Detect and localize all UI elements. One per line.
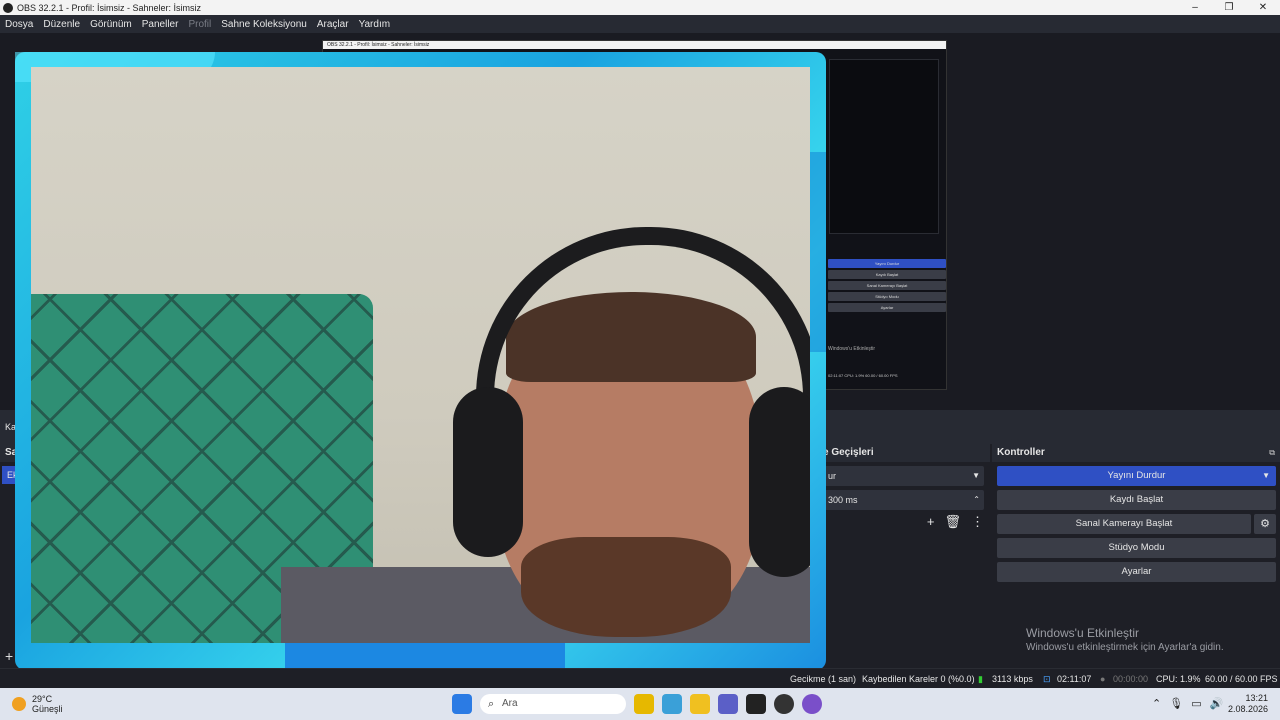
- cpu-status: CPU: 1.9%: [1156, 674, 1201, 684]
- start-icon[interactable]: [452, 694, 472, 714]
- clock-date: 2.08.2026: [1227, 704, 1268, 714]
- microphone-icon[interactable]: 🎙: [1169, 697, 1183, 710]
- taskbar-apps: [452, 694, 472, 714]
- taskbar-search[interactable]: ⌕ Ara: [480, 694, 626, 714]
- obs-logo-icon: [3, 2, 13, 13]
- headphone-cup-left: [453, 387, 523, 557]
- teams-icon[interactable]: [718, 694, 738, 714]
- nested-record-button: Kaydı Başlat: [828, 270, 946, 279]
- volume-icon[interactable]: 🔊: [1210, 697, 1224, 710]
- trash-icon[interactable]: 🗑: [944, 514, 961, 530]
- start-recording-button[interactable]: Kaydı Başlat: [997, 490, 1276, 510]
- epic-games-icon[interactable]: [746, 694, 766, 714]
- settings-button[interactable]: Ayarlar: [997, 562, 1276, 582]
- system-tray: ⌃ 🎙 ▭ 🔊: [1152, 697, 1223, 710]
- duration-spinbox[interactable]: 300 ms ⌃: [824, 490, 984, 510]
- status-bar: Gecikme (1 san) Kaybedilen Kareler 0 (%0…: [0, 668, 1280, 688]
- start-virtual-camera-button[interactable]: Sanal Kamerayı Başlat: [997, 514, 1251, 534]
- transitions-dock-title: e Geçişleri: [823, 447, 874, 458]
- window-controls: – ❐ ✕: [1178, 0, 1280, 15]
- headphone-cup-right: [749, 387, 810, 577]
- minimize-button[interactable]: –: [1178, 0, 1212, 15]
- fps-status: 60.00 / 60.00 FPS: [1205, 674, 1278, 684]
- more-options-icon[interactable]: ⋮: [971, 514, 984, 530]
- record-time: 00:00:00: [1113, 674, 1149, 684]
- stop-stream-label: Yayını Durdur: [1107, 470, 1166, 481]
- weather-temp: 29°C: [32, 694, 53, 704]
- nested-stream-button: Yayını Durdur: [828, 259, 946, 268]
- menu-scene-collection[interactable]: Sahne Koleksiyonu: [216, 19, 312, 30]
- window-title: OBS 32.2.1 - Profil: İsimsiz - Sahneler:…: [17, 2, 202, 13]
- transitions-dock: e Geçişleri ur ▼ 300 ms ⌃ + 🗑 ⋮: [818, 444, 990, 668]
- menu-file[interactable]: Dosya: [0, 19, 38, 30]
- transition-select-value: ur: [828, 471, 837, 481]
- maximize-button[interactable]: ❐: [1212, 0, 1246, 15]
- chevron-down-icon: ▼: [972, 471, 980, 480]
- photos-icon[interactable]: [662, 694, 682, 714]
- window-titlebar: OBS 32.2.1 - Profil: İsimsiz - Sahneler:…: [0, 0, 1280, 15]
- chrome-icon[interactable]: [634, 694, 654, 714]
- display-icon[interactable]: ▭: [1191, 697, 1201, 710]
- nested-controls: Yayını Durdur Kaydı Başlat Sanal Kameray…: [828, 257, 946, 314]
- delay-status: Gecikme (1 san): [790, 674, 857, 684]
- add-icon[interactable]: +: [927, 514, 935, 530]
- menu-docks[interactable]: Paneller: [137, 19, 184, 30]
- menu-bar: Dosya Düzenle Görünüm Paneller Profil Sa…: [0, 15, 1280, 33]
- twitch-icon[interactable]: [802, 694, 822, 714]
- file-explorer-icon[interactable]: [690, 694, 710, 714]
- frame-decoration: [810, 152, 826, 352]
- stream-time: 02:11:07: [1057, 674, 1092, 684]
- weather-condition: Güneşli: [32, 704, 63, 714]
- transition-select[interactable]: ur ▼: [824, 466, 984, 486]
- windows-activation-watermark: Windows'u Etkinleştir Windows'u etkinleş…: [1026, 626, 1224, 653]
- bitrate-status: 3113 kbps: [992, 674, 1033, 684]
- taskbar-clock[interactable]: 13:21 2.08.2026: [1228, 693, 1268, 715]
- dropped-frames-status: Kaybedilen Kareler 0 (%0.0): [862, 674, 975, 684]
- frame-decoration: [285, 640, 565, 670]
- controls-dock-title: Kontroller: [997, 447, 1045, 458]
- studio-mode-button[interactable]: Stüdyo Modu: [997, 538, 1276, 558]
- nested-status: 02:11:07 CPU: 1.9% 60.00 / 60.00 FPS: [828, 373, 898, 378]
- transitions-dock-header: e Geçişleri: [818, 444, 990, 462]
- nested-title: OBS 32.2.1 - Profil: İsimsiz - Sahneler:…: [323, 41, 946, 49]
- undock-icon[interactable]: ⧉: [1269, 444, 1275, 462]
- gear-icon[interactable]: ⚙: [1254, 514, 1276, 534]
- taskbar-pinned-apps: [634, 694, 822, 714]
- nested-settings-button: Ayarlar: [828, 303, 946, 312]
- record-icon: ●: [1100, 674, 1106, 684]
- menu-view[interactable]: Görünüm: [85, 19, 137, 30]
- chevron-down-icon[interactable]: ▼: [1262, 466, 1270, 486]
- windows-taskbar: 29°C Güneşli ⌕ Ara ⌃ 🎙 ▭ 🔊 13:21 2.08.20…: [0, 688, 1280, 720]
- menu-profile[interactable]: Profil: [183, 19, 216, 30]
- stream-icon: ⊡: [1043, 674, 1051, 684]
- virtualcam-row: Sanal Kamerayı Başlat ⚙: [997, 514, 1276, 534]
- nested-activate-text: Windows'u Etkinleştir: [828, 346, 876, 352]
- add-scene-icon[interactable]: +: [5, 648, 13, 664]
- stop-stream-button[interactable]: Yayını Durdur ▼: [997, 466, 1276, 486]
- person-beard: [521, 537, 731, 637]
- activation-title: Windows'u Etkinleştir: [1026, 626, 1139, 640]
- controls-dock-header: Kontroller ⧉: [992, 444, 1280, 462]
- transition-tools: + 🗑 ⋮: [927, 514, 984, 530]
- chevron-up-icon[interactable]: ⌃: [1152, 697, 1161, 710]
- menu-edit[interactable]: Düzenle: [38, 19, 85, 30]
- duration-value: 300 ms: [828, 495, 858, 505]
- clock-time: 13:21: [1245, 693, 1268, 703]
- activation-subtitle: Windows'u etkinleştirmek için Ayarlar'a …: [1026, 642, 1224, 653]
- webcam-video: [31, 67, 810, 643]
- menu-help[interactable]: Yardım: [354, 19, 396, 30]
- obs-icon[interactable]: [774, 694, 794, 714]
- weather-widget[interactable]: 29°C Güneşli: [12, 694, 63, 714]
- sun-icon: [12, 697, 26, 711]
- search-icon: ⌕: [488, 698, 495, 710]
- nested-virtualcam-button: Sanal Kamerayı Başlat: [828, 281, 946, 290]
- search-placeholder: Ara: [502, 698, 518, 709]
- signal-icon: ▮: [978, 674, 983, 684]
- nested-studio-button: Stüdyo Modu: [828, 292, 946, 301]
- nested-preview: [829, 59, 939, 234]
- close-button[interactable]: ✕: [1246, 0, 1280, 15]
- spin-arrows-icon: ⌃: [973, 495, 980, 504]
- menu-tools[interactable]: Araçlar: [312, 19, 354, 30]
